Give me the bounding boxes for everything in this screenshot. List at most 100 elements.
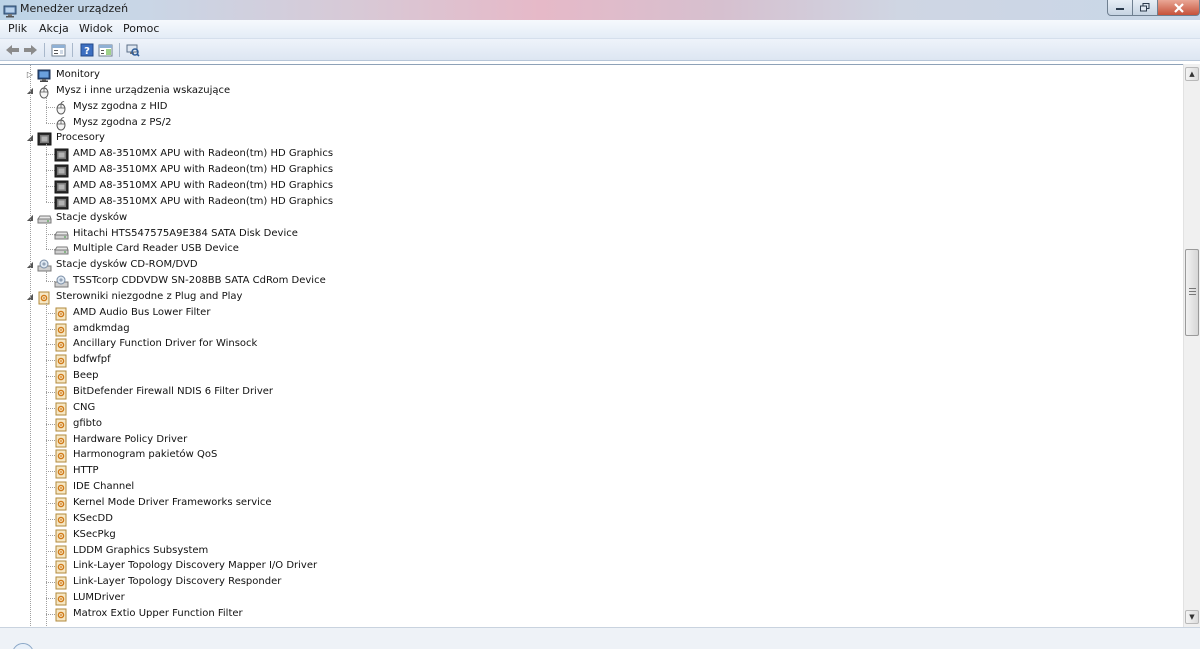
minimize-icon xyxy=(1116,7,1124,10)
tree-device[interactable]: AMD Audio Bus Lower Filter xyxy=(0,305,1180,321)
vertical-scrollbar[interactable]: ▲ ▼ xyxy=(1183,64,1200,627)
tree-device[interactable]: bdfwfpf xyxy=(0,352,1180,368)
tree-device[interactable]: TSSTcorp CDDVDW SN-208BB SATA CdRom Devi… xyxy=(0,273,1180,289)
maximize-button[interactable] xyxy=(1133,0,1158,16)
processor-icon xyxy=(54,163,69,178)
tree-item-label: TSSTcorp CDDVDW SN-208BB SATA CdRom Devi… xyxy=(73,275,326,287)
tree-device[interactable]: KSecDD xyxy=(0,511,1180,527)
tree-item-label: Monitory xyxy=(56,69,100,80)
menu-action[interactable]: Akcja xyxy=(39,22,69,35)
tree-device[interactable]: HTTP xyxy=(0,463,1180,479)
scan-hardware-icon[interactable] xyxy=(124,42,141,58)
scrollbar-grip-icon xyxy=(1189,288,1196,295)
tree-category[interactable]: ◢ Sterowniki niezgodne z Plug and Play xyxy=(0,289,1180,305)
tree-device[interactable]: KSecPkg xyxy=(0,527,1180,543)
device-manager-window: Menedżer urządzeń Plik Akcja Widok Pomoc xyxy=(0,0,1200,649)
close-button[interactable] xyxy=(1158,0,1200,16)
disk-drive-icon xyxy=(54,242,69,256)
scrollbar-thumb[interactable] xyxy=(1185,249,1199,336)
tree-connector xyxy=(30,65,31,627)
driver-icon xyxy=(54,353,69,368)
mouse-icon xyxy=(54,116,69,131)
tree-category[interactable]: ◢ Procesory xyxy=(0,130,1180,146)
menu-file[interactable]: Plik xyxy=(8,22,27,35)
driver-icon xyxy=(54,544,69,558)
tree-device[interactable]: Link-Layer Topology Discovery Mapper I/O… xyxy=(0,558,1180,574)
processor-icon xyxy=(54,147,69,162)
tree-device[interactable]: Harmonogram pakietów QoS xyxy=(0,447,1180,463)
tree-device[interactable]: Link-Layer Topology Discovery Responder xyxy=(0,574,1180,590)
tree-device[interactable]: Hitachi HTS547575A9E384 SATA Disk Device xyxy=(0,226,1180,242)
tree-device[interactable]: Multiple Card Reader USB Device xyxy=(0,241,1180,257)
tree-item-label: AMD Audio Bus Lower Filter xyxy=(73,306,211,318)
driver-icon xyxy=(54,528,69,543)
restore-icon xyxy=(1140,3,1150,12)
mouse-icon xyxy=(54,100,69,115)
cdrom-icon xyxy=(54,274,69,288)
scroll-down-button[interactable]: ▼ xyxy=(1185,610,1199,624)
driver-icon xyxy=(54,337,69,352)
tree-item-label: AMD A8-3510MX APU with Radeon(tm) HD Gra… xyxy=(73,179,334,191)
tree-device[interactable]: AMD A8-3510MX APU with Radeon(tm) HD Gra… xyxy=(0,194,1180,210)
tree-device[interactable]: Ancillary Function Driver for Winsock xyxy=(0,336,1180,352)
tree-item-label: BitDefender Firewall NDIS 6 Filter Drive… xyxy=(73,386,274,397)
back-icon[interactable] xyxy=(4,42,21,58)
device-manager-icon xyxy=(3,3,17,18)
tree-item-label: Sterowniki niezgodne z Plug and Play xyxy=(56,290,243,302)
tree-device[interactable]: AMD A8-3510MX APU with Radeon(tm) HD Gra… xyxy=(0,146,1180,162)
title-bar[interactable]: Menedżer urządzeń xyxy=(0,0,1200,20)
driver-icon xyxy=(54,433,69,448)
svg-text:?: ? xyxy=(84,46,90,57)
toolbar-separator xyxy=(72,43,73,57)
tree-item-label: Stacje dysków xyxy=(56,211,128,223)
tree-item-label: CNG xyxy=(73,401,96,413)
tree-device[interactable]: Matrox Extio Upper Function Filter xyxy=(0,606,1180,622)
tree-device[interactable]: LDDM Graphics Subsystem xyxy=(0,543,1180,559)
tree-device[interactable]: Beep xyxy=(0,368,1180,384)
tree-item-label: bdfwfpf xyxy=(73,354,111,366)
mouse-icon xyxy=(37,84,52,99)
tree-item-label: Hardware Policy Driver xyxy=(73,433,188,445)
help-icon[interactable]: ? xyxy=(78,42,95,58)
driver-icon xyxy=(54,401,69,416)
device-tree[interactable]: ▷ Monitory ◢ Mysz i inne urządzenia wskazuj… xyxy=(0,64,1183,627)
scroll-up-button[interactable]: ▲ xyxy=(1185,67,1199,81)
tree-device[interactable]: AMD A8-3510MX APU with Radeon(tm) HD Gra… xyxy=(0,162,1180,178)
driver-icon xyxy=(54,591,69,606)
show-hide-icon[interactable] xyxy=(97,42,114,58)
tree-device[interactable]: gfibto xyxy=(0,416,1180,432)
tree-item-label: HTTP xyxy=(73,465,99,477)
tree-item-label: Mysz i inne urządzenia wskazujące xyxy=(56,84,231,96)
tree-device[interactable]: AMD A8-3510MX APU with Radeon(tm) HD Gra… xyxy=(0,178,1180,194)
tree-item-label: Hitachi HTS547575A9E384 SATA Disk Device xyxy=(73,227,298,239)
tree-category[interactable]: ◢ Stacje dysków CD-ROM/DVD xyxy=(0,257,1180,273)
tree-category[interactable]: ◢ Mysz i inne urządzenia wskazujące xyxy=(0,83,1180,99)
tree-device[interactable]: Kernel Mode Driver Frameworks service xyxy=(0,495,1180,511)
tree-device[interactable]: amdkmdag xyxy=(0,321,1180,337)
tree-device[interactable]: BitDefender Firewall NDIS 6 Filter Drive… xyxy=(0,384,1180,400)
tree-item-label: IDE Channel xyxy=(73,481,135,493)
tree-item-label: Procesory xyxy=(56,132,105,144)
tree-device[interactable]: CNG xyxy=(0,400,1180,416)
menu-help[interactable]: Pomoc xyxy=(123,22,159,35)
tree-category[interactable]: ▷ Monitory xyxy=(0,67,1180,83)
tree-device[interactable]: Mysz zgodna z HID xyxy=(0,99,1180,115)
tree-category[interactable]: ◢ Stacje dysków xyxy=(0,210,1180,226)
tree-device[interactable]: Mysz zgodna z PS/2 xyxy=(0,115,1180,131)
tree-item-label: KSecDD xyxy=(73,512,113,524)
minimize-button[interactable] xyxy=(1107,0,1133,16)
status-icon xyxy=(12,643,34,649)
tree-device[interactable]: Hardware Policy Driver xyxy=(0,432,1180,448)
tree-connector xyxy=(46,223,47,250)
menu-view[interactable]: Widok xyxy=(79,22,113,35)
tree-device[interactable]: LUMDriver xyxy=(0,590,1180,606)
disk-drive-icon xyxy=(37,211,52,225)
tree-item-label: Ancillary Function Driver for Winsock xyxy=(73,338,258,350)
close-icon xyxy=(1173,2,1184,13)
disk-drive-icon xyxy=(54,227,69,241)
properties-icon[interactable] xyxy=(50,42,67,58)
tree-item-label: Stacje dysków CD-ROM/DVD xyxy=(56,259,198,271)
tree-item-label: AMD A8-3510MX APU with Radeon(tm) HD Gra… xyxy=(73,148,334,160)
forward-icon[interactable] xyxy=(22,42,39,58)
tree-device[interactable]: IDE Channel xyxy=(0,479,1180,495)
